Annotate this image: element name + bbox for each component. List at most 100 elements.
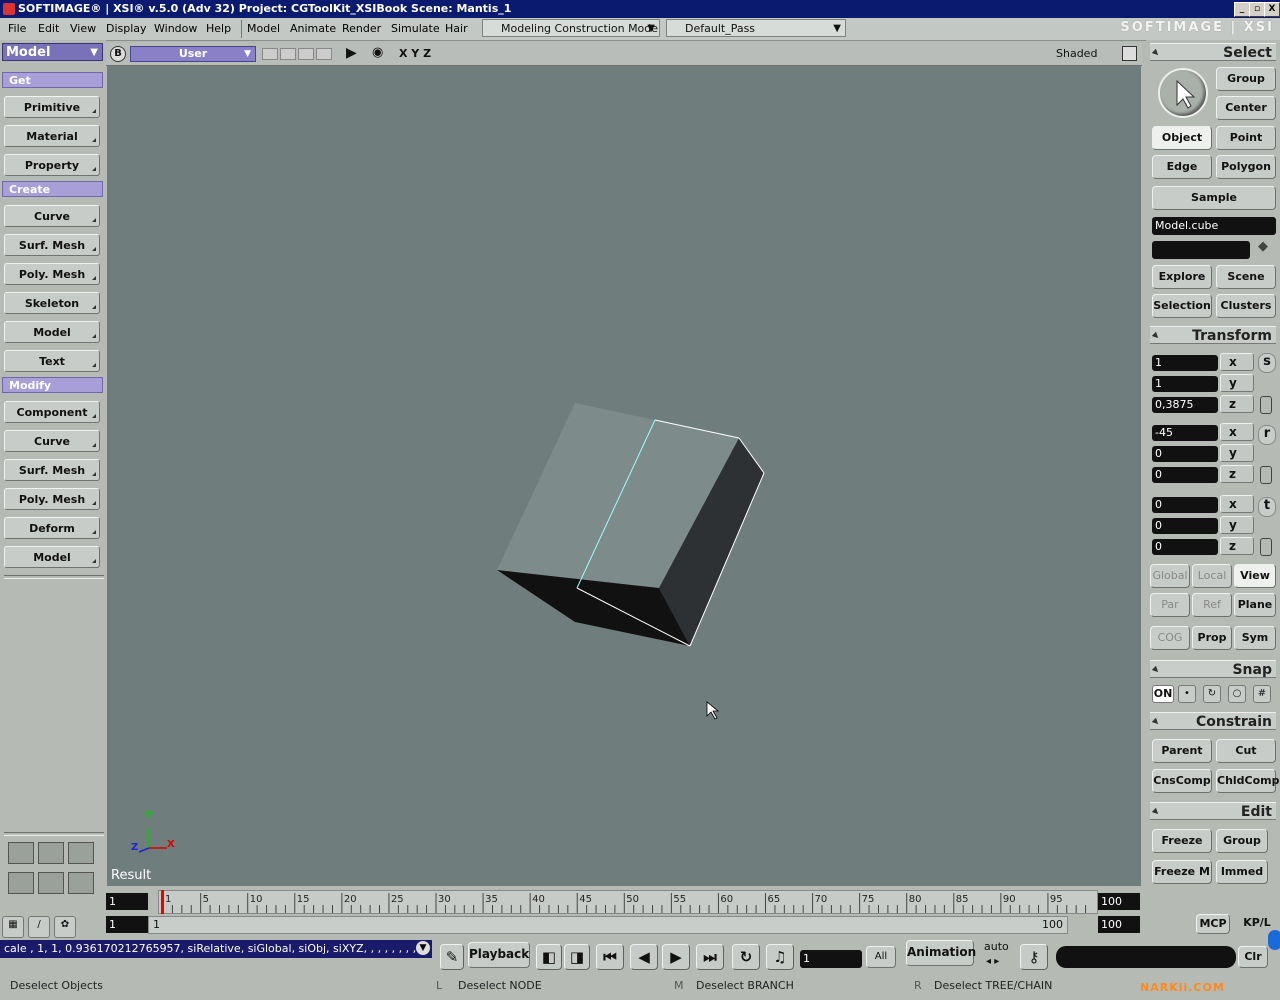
constrain-cut-button[interactable]: Cut [1216,739,1276,763]
layout-single-icon[interactable] [38,842,64,864]
constrain-parent-button[interactable]: Parent [1152,739,1212,763]
select-section-header[interactable]: Select [1150,43,1276,61]
menu-edit[interactable]: Edit [38,22,59,35]
filter-point-button[interactable]: Point [1216,126,1276,150]
playhead-marker[interactable] [161,890,164,914]
loop-icon[interactable]: ↻ [732,944,760,970]
ref-plane-button[interactable]: Plane [1234,593,1276,617]
get-primitive-button[interactable]: Primitive [4,96,100,118]
eye-icon[interactable]: ◉ [372,45,383,60]
rotate-mode-button[interactable]: r [1258,425,1276,445]
animation-menu-button[interactable]: Animation [906,940,976,966]
timeline-end-field[interactable]: 100 [1098,893,1140,910]
rotate-x-button[interactable]: x [1220,423,1254,441]
create-text-button[interactable]: Text [4,350,100,372]
timeline-start-field[interactable]: 1 [106,893,148,910]
view-toggle-icon[interactable] [316,48,332,60]
viewport-letter-button[interactable]: B [110,46,126,62]
auto-key-label[interactable]: auto [984,940,1009,953]
rotate-y-button[interactable]: y [1220,444,1254,462]
edit-freeze-button[interactable]: Freeze [1152,829,1212,853]
edit-immed-button[interactable]: Immed [1216,860,1268,884]
all-button[interactable]: All [866,946,896,968]
create-surf-mesh-button[interactable]: Surf. Mesh [4,234,100,256]
restore-button[interactable]: ▫ [1249,2,1265,17]
prev-key-icon[interactable]: ◧ [536,944,562,970]
create-poly-mesh-button[interactable]: Poly. Mesh [4,263,100,285]
modify-deform-button[interactable]: Deform [4,517,100,539]
camera-selector[interactable]: User ▼ [130,46,256,62]
translate-y-button[interactable]: y [1220,516,1254,534]
filter-polygon-button[interactable]: Polygon [1216,155,1276,179]
script-command-line[interactable]: cale , 1, 1, 0.936170212765957, siRelati… [0,940,432,958]
rotate-z-button[interactable]: z [1220,465,1254,483]
clusters-button[interactable]: Clusters [1216,294,1276,318]
clear-button[interactable]: Clr [1238,946,1268,968]
layout-vertical-icon[interactable] [38,872,64,894]
edit-freeze-m-button[interactable]: Freeze M [1152,860,1212,884]
ref-global-button[interactable]: Global [1150,564,1190,588]
rotate-z-field[interactable]: 0 [1152,467,1218,483]
arrows-icon[interactable]: ◆ [1258,239,1268,254]
constrain-cnscomp-button[interactable]: CnsComp [1152,769,1212,793]
minimize-button[interactable]: _ [1234,2,1250,17]
axis-toggle-label[interactable]: X Y Z [399,47,431,60]
modify-surf-mesh-button[interactable]: Surf. Mesh [4,459,100,481]
scale-x-field[interactable]: 1 [1152,355,1218,371]
ref-ref-button[interactable]: Ref [1192,593,1232,617]
create-skeleton-button[interactable]: Skeleton [4,292,100,314]
ref-local-button[interactable]: Local [1192,564,1232,588]
snap-grid-icon[interactable]: # [1253,685,1271,703]
scale-z-button[interactable]: z [1220,395,1254,413]
keyframe-icon[interactable] [1260,538,1272,556]
palette-icon[interactable]: ✿ [54,916,76,938]
modify-model-button[interactable]: Model [4,546,100,568]
constrain-section-header[interactable]: Constrain [1150,712,1276,730]
script-editor-icon[interactable]: ✎ [440,944,464,970]
shading-mode-menu[interactable]: Shaded [1056,47,1097,60]
menu-render[interactable]: Render [342,22,381,35]
timeline-current-field[interactable]: 1 [106,916,148,933]
menu-display[interactable]: Display [106,22,147,35]
scale-y-field[interactable]: 1 [1152,376,1218,392]
modify-component-button[interactable]: Component [4,401,100,423]
layout-quad-icon[interactable] [8,842,34,864]
section-modify-header[interactable]: Modify [2,377,103,393]
3d-viewport[interactable]: Y X Z Result [107,66,1141,886]
edit-group-button[interactable]: Group [1216,829,1268,853]
layout-split-icon[interactable] [8,872,34,894]
modify-curve-button[interactable]: Curve [4,430,100,452]
camera-icon[interactable]: ▶ [346,45,357,61]
snap-on-toggle[interactable]: ON [1152,685,1174,703]
keyframe-icon[interactable] [1260,396,1272,414]
auto-arrows-icon[interactable]: ◂ ▸ [986,956,999,967]
translate-x-button[interactable]: x [1220,495,1254,513]
transform-section-header[interactable]: Transform [1150,326,1276,344]
sample-button[interactable]: Sample [1152,186,1276,210]
translate-mode-button[interactable]: t [1258,497,1276,517]
range-slider[interactable]: 1 100 [148,916,1068,934]
current-frame-field[interactable]: 1 [800,950,862,968]
menu-help[interactable]: Help [206,22,231,35]
select-group-button[interactable]: Group [1216,67,1276,91]
sym-button[interactable]: Sym [1234,626,1276,650]
keyframe-icon[interactable] [1260,466,1272,484]
create-model-button[interactable]: Model [4,321,100,343]
select-tool-button[interactable] [1158,68,1208,118]
view-toggle-icon[interactable] [298,48,314,60]
menu-animate[interactable]: Animate [290,22,336,35]
scale-mode-button[interactable]: s [1258,353,1276,373]
snap-curve-icon[interactable]: ↻ [1203,685,1221,703]
explore-button[interactable]: Explore [1152,265,1212,289]
get-material-button[interactable]: Material [4,125,100,147]
mcp-tab[interactable]: MCP [1196,914,1230,934]
layout-horizontal-icon[interactable] [68,872,94,894]
menu-view[interactable]: View [70,22,96,35]
play-backward-icon[interactable]: ◀ [630,944,658,970]
menu-simulate[interactable]: Simulate [391,22,440,35]
play-forward-icon[interactable]: ▶ [662,944,690,970]
cog-button[interactable]: COG [1150,626,1190,650]
snap-point-icon[interactable]: • [1178,685,1196,703]
go-to-end-icon[interactable]: ⏭ [696,944,724,970]
select-tool-icon[interactable]: ▦ [2,916,24,938]
